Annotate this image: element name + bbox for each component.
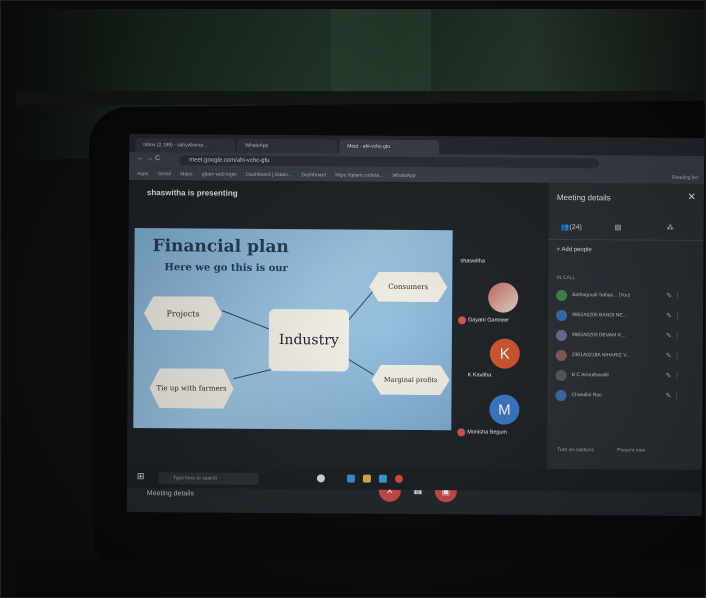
- url-input[interactable]: meet.google.com/ahi-vchc-gfu: [179, 155, 600, 169]
- participant-name: 9902A0205 BANDI NE...: [572, 312, 627, 319]
- mic-icon: ✎ ⋮: [666, 312, 681, 320]
- tab-people[interactable]: 👥(24): [561, 223, 582, 231]
- add-people-button[interactable]: + Add people: [557, 247, 592, 253]
- desk-surface: [16, 561, 705, 597]
- avatar: [556, 289, 568, 302]
- participant-row[interactable]: B C Amruthavalli ✎ ⋮: [555, 369, 696, 384]
- tab-meet[interactable]: Meet - ahi-vchc-gtu: [339, 139, 440, 155]
- tile-name: K Kavitha: [467, 372, 492, 379]
- avatar: [555, 329, 567, 342]
- present-now-button[interactable]: Present now: [617, 447, 645, 453]
- mic-icon: ✎ ⋮: [665, 332, 681, 340]
- mic-off-icon: [458, 316, 467, 325]
- participant-name: Bathogoudi Sahas... (You): [572, 292, 631, 299]
- mic-icon: ✎ ⋮: [665, 392, 681, 400]
- meeting-details-panel: Meeting details ✕ 👥(24) ▤ ⁂ + Add people…: [546, 182, 704, 475]
- participant-name: 9902A0203 DEVAM K...: [571, 332, 626, 339]
- tab-gmail[interactable]: Inbox (2,199) - sahyabarva...: [135, 138, 236, 153]
- bookmark-item[interactable]: Maps: [180, 171, 192, 177]
- close-icon[interactable]: ✕: [687, 192, 695, 203]
- meeting-details-button[interactable]: Meeting details: [147, 490, 194, 497]
- node-tie-up: Tie up with farmers: [149, 368, 233, 409]
- bookmark-item[interactable]: gitam web login: [202, 172, 237, 178]
- captions-button[interactable]: Turn on captions: [557, 447, 594, 453]
- participant-name: Chandini Rao: [571, 392, 602, 399]
- panel-title: Meeting details: [556, 192, 611, 203]
- store-icon[interactable]: [378, 474, 387, 483]
- photo-frame: Inbox (2,199) - sahyabarva... WhatsApp M…: [0, 0, 706, 598]
- bookmark-item[interactable]: Dashboard | Gitam...: [246, 172, 292, 178]
- avatar: K: [489, 338, 520, 369]
- tile-name: Gayatri Gamreer: [468, 317, 510, 324]
- windows-start-icon[interactable]: ⊞: [137, 471, 145, 482]
- meet-stage: shaswitha is presenting Financial plan H…: [126, 179, 702, 517]
- bookmark-item[interactable]: WhatsApp: [393, 173, 416, 179]
- bookmark-item[interactable]: Dashboard: [301, 172, 326, 178]
- nav-arrows-icon[interactable]: ← → C: [137, 155, 160, 162]
- participant-row[interactable]: 2301A0218A NIHARIZ V... ✎ ⋮: [555, 349, 696, 364]
- avatar: M: [489, 394, 520, 425]
- mic-icon: ✎ ⋮: [665, 372, 681, 380]
- mic-icon: ✎ ⋮: [666, 292, 682, 300]
- reading-list[interactable]: Reading list: [672, 172, 698, 184]
- presenting-label: shaswitha is presenting: [146, 188, 238, 198]
- tab-label: Meet - ahi-vchc-gtu: [347, 143, 391, 150]
- node-consumers: Consumers: [369, 272, 447, 303]
- avatar: [555, 369, 567, 382]
- avatar: [555, 349, 567, 362]
- chrome-icon[interactable]: [394, 474, 403, 483]
- participant-row[interactable]: 9902A0205 BANDI NE... ✎ ⋮: [556, 309, 696, 324]
- avatar: [555, 389, 567, 402]
- people-count: (24): [569, 224, 582, 232]
- in-call-heading: IN CALL: [556, 274, 576, 282]
- participant-row[interactable]: 9902A0203 DEVAM K... ✎ ⋮: [555, 329, 696, 344]
- edge-icon[interactable]: [346, 474, 355, 483]
- taskbar-search[interactable]: Type here to search: [158, 472, 259, 485]
- presentation-slide: Financial plan Here we go this is our Pr…: [133, 228, 453, 431]
- bookmark-item[interactable]: Gmail: [158, 171, 171, 177]
- tile-name: shaswitha: [460, 258, 485, 265]
- node-industry: Industry: [268, 308, 350, 372]
- tile-name: Monisha Begum: [467, 429, 508, 436]
- participant-tiles: shaswitha Gayatri Gamreer K K Kavitha M …: [457, 230, 548, 441]
- add-people-label: Add people: [561, 247, 592, 254]
- bookmark-item[interactable]: https://gitam.codeta...: [335, 172, 383, 178]
- mic-icon: ✎ ⋮: [665, 352, 681, 360]
- bookmark-item[interactable]: Apps: [137, 171, 148, 177]
- tab-label: WhatsApp: [245, 142, 269, 149]
- activities-icon[interactable]: ⁂: [667, 224, 674, 232]
- slide-subtitle: Here we go this is our: [164, 262, 288, 275]
- participant-name: B C Amruthavalli: [571, 372, 609, 379]
- node-projects: Projects: [144, 296, 222, 331]
- panel-footer: Turn on captions Present now: [547, 433, 702, 474]
- participant-name: 2301A0218A NIHARIZ V...: [571, 352, 631, 359]
- chat-icon[interactable]: ▤: [615, 223, 622, 231]
- folder-icon[interactable]: [362, 474, 371, 483]
- node-marginal-profits: Marginal profits: [372, 365, 450, 396]
- participant-row[interactable]: Bathogoudi Sahas... (You) ✎ ⋮: [556, 289, 696, 304]
- slide-title: Financial plan: [152, 236, 289, 258]
- laptop-screen: Inbox (2,199) - sahyabarva... WhatsApp M…: [126, 133, 705, 517]
- avatar: [556, 309, 568, 322]
- windows-taskbar: ⊞ Type here to search: [126, 465, 702, 493]
- cortana-icon[interactable]: [316, 474, 325, 483]
- tab-label: Inbox (2,199) - sahyabarva...: [143, 142, 208, 149]
- mic-off-icon: [457, 428, 466, 437]
- tab-whatsapp[interactable]: WhatsApp: [237, 138, 338, 154]
- participant-row[interactable]: Chandini Rao ✎ ⋮: [555, 389, 695, 404]
- participant-photo: [488, 282, 519, 313]
- panel-tabs: 👥(24) ▤ ⁂: [548, 218, 704, 242]
